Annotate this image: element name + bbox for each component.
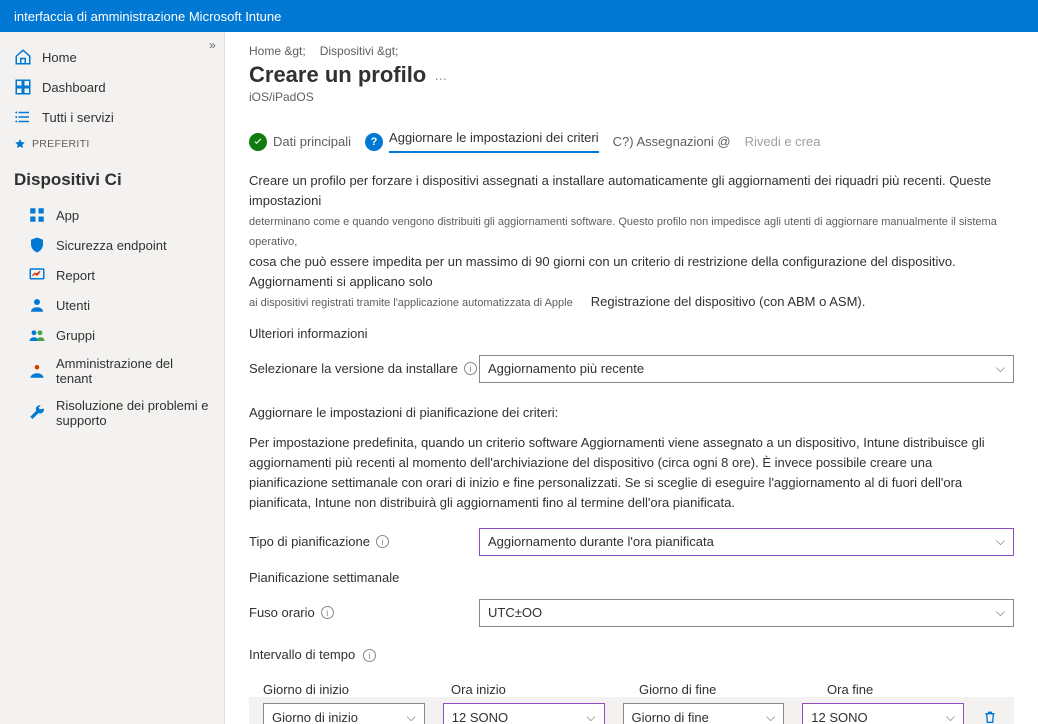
sidebar-item-label: Home [42, 50, 77, 65]
step-basics[interactable]: Dati principali [249, 133, 351, 151]
label-timezone: Fuso orario [249, 605, 315, 620]
label-version: Selezionare la versione da installare [249, 361, 458, 376]
tenant-admin-icon [28, 362, 46, 380]
sidebar-item-label: Gruppi [56, 328, 95, 343]
sidebar-favorites-header: PREFERITI [0, 132, 224, 156]
schedule-settings-header: Aggiornare le impostazioni di pianificaz… [249, 405, 1014, 420]
sidebar-item-users[interactable]: Utenti [14, 290, 224, 320]
sidebar-collapse-icon[interactable]: « [209, 38, 216, 52]
sidebar-item-groups[interactable]: Gruppi [14, 320, 224, 350]
th-end-day: Giorno di fine [639, 682, 809, 697]
sidebar-item-all-services[interactable]: Tutti i servizi [0, 102, 224, 132]
time-window-row: Giorno di inizio⌵ 12 SONO⌵ Giorno di fin… [249, 697, 1014, 724]
row-schedule-type: Tipo di pianificazione i Aggiornamento d… [249, 528, 1014, 556]
chevron-down-icon: ⌵ [996, 534, 1005, 549]
list-icon [14, 108, 32, 126]
select-end-time[interactable]: 12 SONO⌵ [802, 703, 964, 724]
groups-icon [28, 326, 46, 344]
wizard-stepper: Dati principali ? Aggiornare le impostaz… [249, 130, 1014, 153]
sidebar-item-label: Report [56, 268, 95, 283]
description-p1: Creare un profilo per forzare i disposit… [249, 171, 1014, 312]
star-icon [14, 138, 26, 150]
report-icon [28, 266, 46, 284]
topbar: interfaccia di amministrazione Microsoft… [0, 0, 1038, 32]
th-start-time: Ora inizio [451, 682, 621, 697]
page-title: Creare un profilo [249, 62, 426, 88]
sidebar-item-label: App [56, 208, 79, 223]
breadcrumb-home[interactable]: Home &gt; [249, 44, 306, 58]
sidebar: « Home Dashboard Tutti i servizi [0, 32, 225, 724]
select-schedule-type[interactable]: Aggiornamento durante l'ora pianificata … [479, 528, 1014, 556]
shield-icon [28, 236, 46, 254]
row-timezone: Fuso orario i UTC±OO ⌵ [249, 599, 1014, 627]
sidebar-section-header: Dispositivi Ci [0, 162, 224, 194]
home-icon [14, 48, 32, 66]
page-title-more[interactable]: … [434, 68, 447, 83]
sidebar-item-label: Sicurezza endpoint [56, 238, 167, 253]
select-end-day[interactable]: Giorno di fine⌵ [623, 703, 785, 724]
sidebar-item-label: Amministrazione del tenant [56, 356, 210, 386]
th-start-day: Giorno di inizio [263, 682, 433, 697]
info-icon[interactable]: i [376, 535, 389, 548]
sidebar-item-tenant-admin[interactable]: Amministrazione del tenant [14, 350, 224, 392]
select-timezone[interactable]: UTC±OO ⌵ [479, 599, 1014, 627]
sidebar-item-label: Tutti i servizi [42, 110, 114, 125]
step-update-policy[interactable]: ? Aggiornare le impostazioni dei criteri [365, 130, 599, 153]
chevron-down-icon: ⌵ [946, 710, 955, 724]
sidebar-item-label: Utenti [56, 298, 90, 313]
sidebar-item-home[interactable]: Home [0, 42, 224, 72]
step-assignments[interactable]: C?) Assegnazioni @ [613, 134, 731, 149]
select-version[interactable]: Aggiornamento più recente ⌵ [479, 355, 1014, 383]
user-icon [28, 296, 46, 314]
schedule-settings-desc: Per impostazione predefinita, quando un … [249, 433, 1014, 514]
breadcrumb-devices[interactable]: Dispositivi &gt; [320, 44, 399, 58]
th-end-time: Ora fine [827, 682, 997, 697]
more-info-link[interactable]: Ulteriori informazioni [249, 326, 1014, 341]
sidebar-item-dashboard[interactable]: Dashboard [0, 72, 224, 102]
sidebar-item-troubleshoot[interactable]: Risoluzione dei problemi e supporto [14, 392, 224, 434]
delete-row-icon[interactable] [982, 709, 1000, 724]
dashboard-icon [14, 78, 32, 96]
chevron-down-icon: ⌵ [586, 710, 595, 724]
topbar-title: interfaccia di amministrazione Microsoft… [14, 9, 281, 24]
sidebar-item-label: Dashboard [42, 80, 106, 95]
page-subtitle: iOS/iPadOS [249, 90, 1014, 104]
chevron-down-icon: ⌵ [996, 361, 1005, 376]
sidebar-item-label: Risoluzione dei problemi e supporto [56, 398, 210, 428]
info-icon[interactable]: i [464, 362, 477, 375]
step-badge-done [249, 133, 267, 151]
select-start-time[interactable]: 12 SONO⌵ [443, 703, 605, 724]
row-version: Selezionare la versione da installare i … [249, 355, 1014, 383]
main-content: Home &gt; Dispositivi &gt; Creare un pro… [225, 32, 1038, 724]
wrench-icon [28, 404, 46, 422]
info-icon[interactable]: i [363, 649, 376, 662]
step-badge-active: ? [365, 133, 383, 151]
chevron-down-icon: ⌵ [407, 710, 416, 724]
weekly-schedule-label: Pianificazione settimanale [249, 570, 1014, 585]
select-start-day[interactable]: Giorno di inizio⌵ [263, 703, 425, 724]
sidebar-item-endpoint-security[interactable]: Sicurezza endpoint [14, 230, 224, 260]
step-review-create[interactable]: Rivedi e crea [745, 134, 821, 149]
sidebar-item-report[interactable]: Report [14, 260, 224, 290]
time-window-label: Intervallo di tempo i [249, 647, 1014, 663]
chevron-down-icon: ⌵ [766, 710, 775, 724]
apps-icon [28, 206, 46, 224]
info-icon[interactable]: i [321, 606, 334, 619]
time-window-header: Giorno di inizio Ora inizio Giorno di fi… [249, 682, 1014, 697]
chevron-down-icon: ⌵ [996, 605, 1005, 620]
breadcrumb: Home &gt; Dispositivi &gt; [249, 44, 1014, 58]
label-schedule-type: Tipo di pianificazione [249, 534, 370, 549]
sidebar-item-app[interactable]: App [14, 200, 224, 230]
